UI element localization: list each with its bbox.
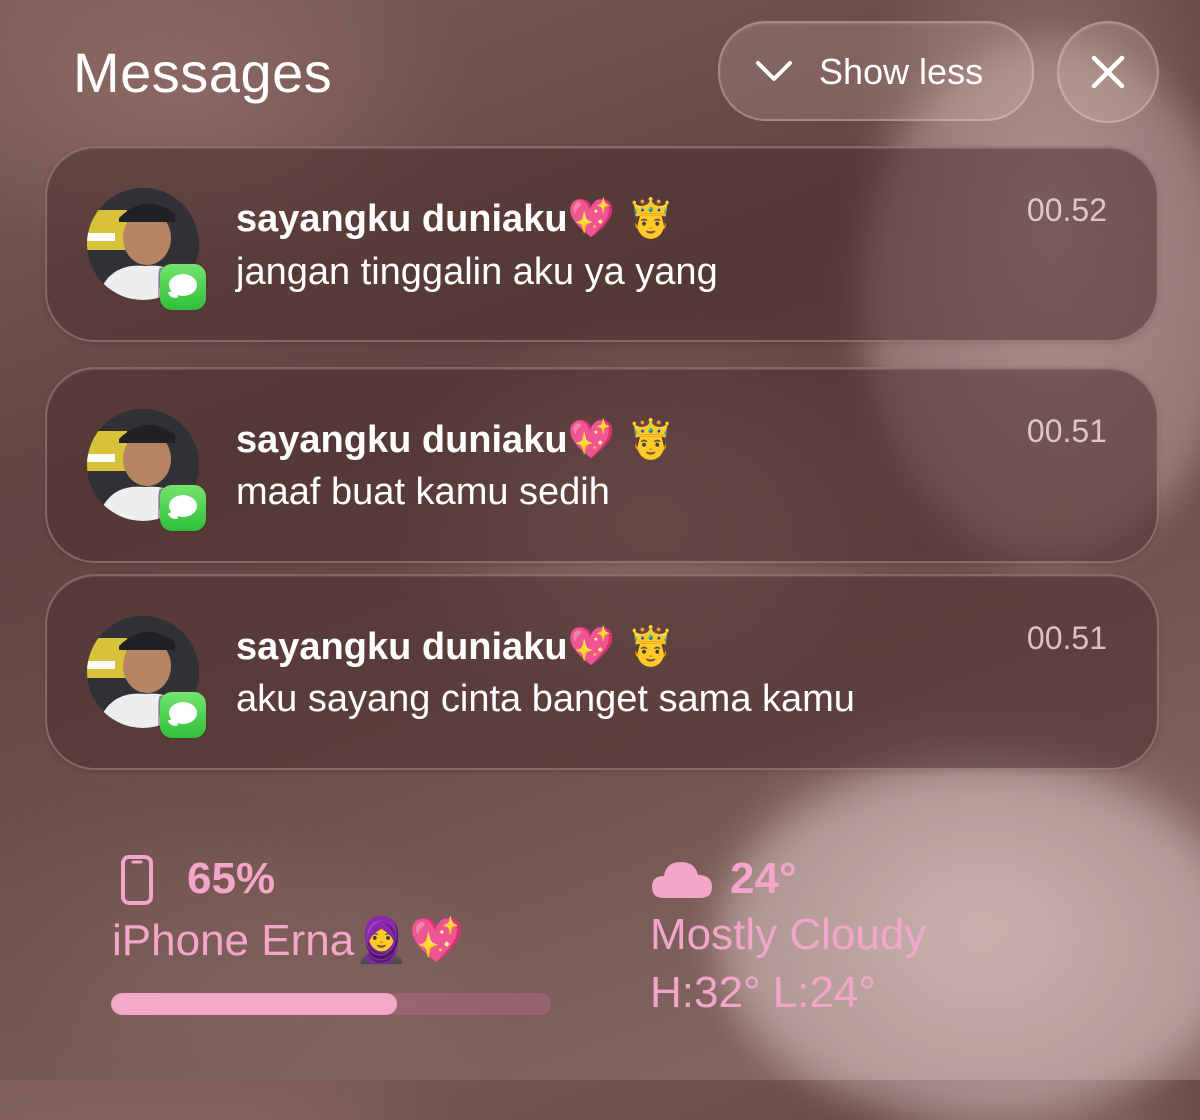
notification-card[interactable]: sayangku duniaku💖 🤴 jangan tinggalin aku… <box>45 146 1159 342</box>
battery-level-bar <box>111 993 551 1015</box>
messages-app-icon <box>160 485 206 531</box>
sender-name: sayangku duniaku💖 🤴 <box>236 196 675 240</box>
message-time: 00.51 <box>1026 620 1107 656</box>
high-low-temperature: H:32° L:24° <box>650 968 876 1017</box>
temperature: 24° <box>730 854 797 903</box>
show-less-label: Show less <box>819 51 984 92</box>
sender-name: sayangku duniaku💖 🤴 <box>236 624 675 668</box>
messages-app-icon <box>160 264 206 310</box>
weather-condition: Mostly Cloudy <box>650 910 927 959</box>
messages-app-icon <box>160 692 206 738</box>
phone-outline-icon <box>121 855 153 905</box>
sender-name: sayangku duniaku💖 🤴 <box>236 417 675 461</box>
battery-percentage: 65% <box>187 854 276 903</box>
background-blob <box>0 820 360 1120</box>
close-icon <box>1091 55 1125 89</box>
chevron-down-icon <box>756 61 792 81</box>
close-button[interactable] <box>1057 21 1159 123</box>
message-time: 00.51 <box>1026 413 1107 449</box>
device-name: iPhone Erna🧕💖 <box>112 916 464 965</box>
battery-level-fill <box>111 993 397 1015</box>
notification-card[interactable]: sayangku duniaku💖 🤴 maaf buat kamu sedih… <box>45 367 1159 563</box>
section-title: Messages <box>73 41 333 104</box>
message-preview: maaf buat kamu sedih <box>236 471 610 513</box>
message-time: 00.52 <box>1026 192 1107 228</box>
message-preview: jangan tinggalin aku ya yang <box>236 251 718 293</box>
notification-card[interactable]: sayangku duniaku💖 🤴 aku sayang cinta ban… <box>45 574 1159 770</box>
cloud-icon <box>652 862 712 898</box>
message-preview: aku sayang cinta banget sama kamu <box>236 678 855 720</box>
show-less-button[interactable]: Show less <box>718 21 1034 121</box>
